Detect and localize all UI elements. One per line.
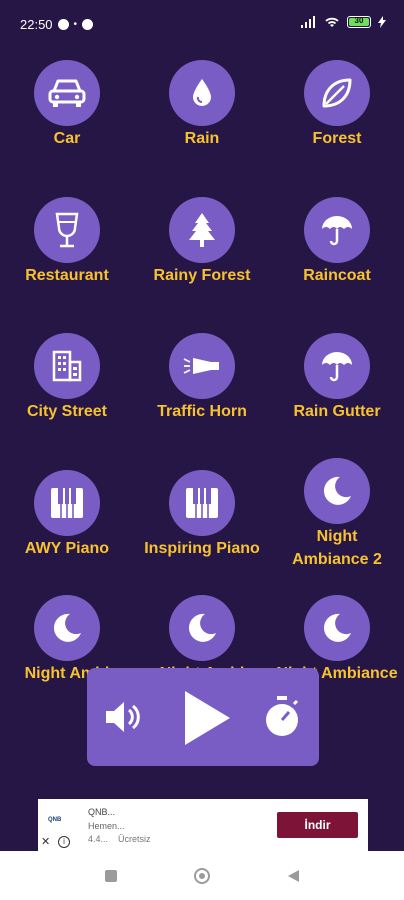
sound-tile-night-ambiance-2[interactable]: Night Ambiance 2 <box>270 458 404 571</box>
ad-install-button[interactable]: İndir <box>277 812 358 838</box>
sound-label: Car <box>53 130 81 147</box>
battery-level: 30 <box>354 16 364 25</box>
play-button[interactable] <box>181 688 233 748</box>
status-left: 22:50 • <box>20 17 94 32</box>
piano-icon <box>186 488 218 518</box>
sound-tile-circle <box>304 333 370 399</box>
sound-label: Restaurant <box>25 267 109 284</box>
raindrop-icon <box>193 79 211 106</box>
status-time: 22:50 <box>20 17 53 32</box>
sound-label: Traffic Horn <box>157 403 247 420</box>
sound-tile-circle <box>169 60 235 126</box>
signal-icon <box>301 16 315 28</box>
umbrella-icon <box>322 352 352 382</box>
wine-glass-icon <box>55 212 79 248</box>
notification-icon <box>82 19 94 30</box>
sound-tile-restaurant[interactable]: Restaurant <box>0 197 134 287</box>
timer-button[interactable] <box>259 694 305 740</box>
moon-icon <box>53 613 81 642</box>
battery-icon: 30 <box>347 16 371 28</box>
sound-tile-rain[interactable]: Rain <box>135 60 269 150</box>
car-icon <box>48 79 86 107</box>
home-button[interactable] <box>194 868 210 884</box>
sound-tile-rain-gutter[interactable]: Rain Gutter <box>270 333 404 423</box>
ad-banner[interactable]: QNB QNB... Hemen... 4.4... Ücretsiz ✕ i … <box>38 799 368 851</box>
dot-icon: • <box>73 19 78 30</box>
sound-label: Rain Gutter <box>293 403 381 420</box>
sound-label: Forest <box>312 130 362 147</box>
sound-tile-circle <box>169 470 235 536</box>
moon-icon <box>323 613 351 642</box>
wifi-icon <box>325 17 339 27</box>
volume-button[interactable] <box>101 696 145 738</box>
leaf-icon <box>322 78 352 108</box>
sound-tile-awy-piano[interactable]: AWY Piano <box>0 470 134 560</box>
charging-icon <box>378 16 386 28</box>
volume-icon <box>106 702 140 732</box>
sound-tile-circle <box>34 333 100 399</box>
sound-tile-circle <box>34 595 100 661</box>
ad-info-icon[interactable]: i <box>58 836 70 848</box>
ad-subtitle: Hemen... <box>88 821 125 831</box>
sound-label: Rainy Forest <box>153 267 251 284</box>
ad-brand-logo: QNB <box>48 817 62 823</box>
sound-label: City Street <box>26 403 108 420</box>
sound-tile-circle <box>304 60 370 126</box>
sound-label: Raincoat <box>303 267 371 284</box>
sound-label: Night Ambiance 2 <box>292 528 382 568</box>
sound-tile-circle <box>34 60 100 126</box>
sound-tile-circle <box>34 470 100 536</box>
sound-tile-raincoat[interactable]: Raincoat <box>270 197 404 287</box>
pine-tree-icon <box>189 213 215 247</box>
ad-price: Ücretsiz <box>118 834 151 844</box>
notification-icon <box>57 19 69 30</box>
sound-tile-circle <box>169 197 235 263</box>
system-nav-bar <box>0 851 404 900</box>
sound-tile-traffic-horn[interactable]: Traffic Horn <box>135 333 269 423</box>
piano-icon <box>51 488 83 518</box>
sound-tile-circle <box>304 595 370 661</box>
ad-rating: 4.4... <box>88 834 109 844</box>
sound-label: Rain <box>184 130 220 147</box>
sound-tile-forest[interactable]: Forest <box>270 60 404 150</box>
play-icon <box>185 691 230 745</box>
sound-tile-rainy-forest[interactable]: Rainy Forest <box>135 197 269 287</box>
moon-icon <box>188 613 216 642</box>
status-right: 30 <box>301 16 386 28</box>
sound-label: Inspiring Piano <box>144 540 260 557</box>
sound-tile-circle <box>304 197 370 263</box>
building-icon <box>52 350 82 382</box>
sound-tile-circle <box>169 595 235 661</box>
sound-tile-circle <box>304 458 370 524</box>
player-controls <box>87 668 319 766</box>
ad-close-icon[interactable]: ✕ <box>41 835 50 848</box>
sound-tile-car[interactable]: Car <box>0 60 134 150</box>
sound-tile-circle <box>34 197 100 263</box>
recents-button[interactable] <box>105 870 117 882</box>
sound-tile-city-street[interactable]: City Street <box>0 333 134 423</box>
sound-label: AWY Piano <box>24 540 110 557</box>
moon-icon <box>323 476 351 505</box>
home-icon <box>199 873 205 879</box>
umbrella-icon <box>322 216 352 246</box>
back-button[interactable] <box>288 870 299 882</box>
ad-title: QNB... <box>88 807 116 817</box>
horn-icon <box>183 358 219 374</box>
status-bar: 22:50 • 30 <box>0 0 404 50</box>
stopwatch-icon <box>266 696 299 736</box>
sound-tile-circle <box>169 333 235 399</box>
sound-tile-inspiring-piano[interactable]: Inspiring Piano <box>135 470 269 560</box>
